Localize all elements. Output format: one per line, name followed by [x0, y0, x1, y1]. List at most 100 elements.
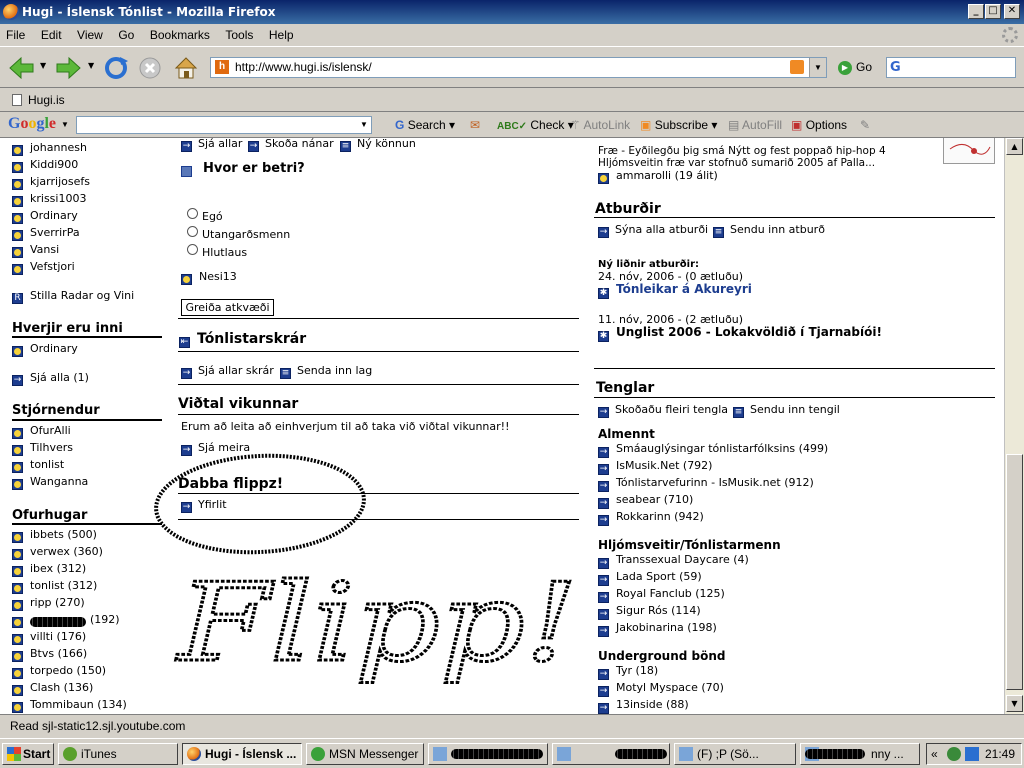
taskbar-chat-1[interactable]: [428, 743, 548, 765]
menu-go[interactable]: Go: [112, 24, 140, 42]
new-poll-link[interactable]: Ný könnun: [357, 138, 416, 150]
super-user-link[interactable]: Btvs (166): [30, 647, 87, 660]
minimize-button[interactable]: _: [968, 4, 984, 19]
back-dropdown-icon[interactable]: ▼: [40, 61, 46, 70]
general-link[interactable]: Rokkarinn (942): [616, 510, 704, 523]
user-link[interactable]: SverrirPa: [30, 226, 80, 239]
general-link[interactable]: seabear (710): [616, 493, 693, 506]
news-author-link[interactable]: ammarolli (19 álit): [616, 169, 718, 182]
super-user-link[interactable]: ibex (312): [30, 562, 86, 575]
general-link[interactable]: IsMusik.Net (792): [616, 459, 712, 472]
admin-link[interactable]: OfurAlli: [30, 424, 71, 437]
bookmark-hugi[interactable]: Hugi.is: [12, 93, 65, 107]
underground-link[interactable]: 13inside (88): [616, 698, 689, 711]
poll-author-link[interactable]: Nesi13: [199, 270, 237, 283]
radar-settings-link[interactable]: Stilla Radar og Vini: [30, 289, 134, 302]
user-link[interactable]: Ordinary: [30, 342, 78, 355]
band-link[interactable]: Lada Sport (59): [616, 570, 702, 583]
menu-edit[interactable]: Edit: [35, 24, 68, 42]
spellcheck-button[interactable]: ABC✓ Check ▾: [497, 118, 574, 132]
news-icon[interactable]: ✉: [470, 118, 480, 132]
google-menu-dropdown-icon[interactable]: ▼: [61, 120, 69, 129]
taskbar-chat-2[interactable]: [552, 743, 670, 765]
tray-expand-icon[interactable]: «: [931, 744, 938, 764]
super-user-link[interactable]: torpedo (150): [30, 664, 106, 677]
forward-arrow-icon[interactable]: [54, 55, 82, 81]
super-user-link[interactable]: tonlist (312): [30, 579, 97, 592]
menu-tools[interactable]: Tools: [219, 24, 259, 42]
go-button[interactable]: ▶ Go: [838, 60, 872, 75]
band-link[interactable]: Sigur Rós (114): [616, 604, 701, 617]
event-title-link[interactable]: Tónleikar á Akureyri: [616, 282, 752, 296]
admin-link[interactable]: tonlist: [30, 458, 64, 471]
back-arrow-icon[interactable]: [8, 55, 36, 81]
google-search-input[interactable]: [76, 116, 372, 134]
super-user-link[interactable]: Clash (136): [30, 681, 93, 694]
taskbar-msn[interactable]: MSN Messenger: [306, 743, 424, 765]
band-link[interactable]: Jakobinarina (198): [616, 621, 717, 634]
user-link[interactable]: krissi1003: [30, 192, 86, 205]
menu-view[interactable]: View: [71, 24, 109, 42]
autofill-button[interactable]: ▤ AutoFill: [728, 118, 782, 132]
band-link[interactable]: Transsexual Daycare (4): [616, 553, 749, 566]
pencil-icon[interactable]: ✎: [860, 118, 870, 132]
taskbar-chat-3[interactable]: (F) ;P (Sö...: [674, 743, 796, 765]
forward-dropdown-icon[interactable]: ▼: [88, 61, 94, 70]
admin-link[interactable]: Tilhvers: [30, 441, 73, 454]
address-bar[interactable]: h http://www.hugi.is/islensk/ ▼: [210, 57, 827, 78]
rss-feed-icon[interactable]: [790, 60, 804, 74]
scroll-up-icon[interactable]: ▲: [1006, 138, 1023, 155]
google-history-dropdown-icon[interactable]: ▼: [360, 120, 368, 129]
submit-link-link[interactable]: Sendu inn tengil: [750, 403, 840, 416]
stop-icon[interactable]: [136, 55, 164, 81]
address-dropdown-icon[interactable]: ▼: [809, 58, 826, 77]
general-link[interactable]: Tónlistarvefurinn - IsMusik.net (912): [616, 476, 814, 489]
poll-option-radio[interactable]: [187, 208, 198, 219]
user-link[interactable]: Vansi: [30, 243, 59, 256]
user-link[interactable]: Kiddi900: [30, 158, 78, 171]
more-links-link[interactable]: Skoðaðu fleiri tengla: [615, 403, 728, 416]
subscribe-button[interactable]: ▣ Subscribe ▾: [640, 118, 717, 132]
poll-option-radio[interactable]: [187, 244, 198, 255]
network-tray-icon[interactable]: [965, 747, 979, 761]
super-user-link[interactable]: verwex (360): [30, 545, 103, 558]
user-link[interactable]: Vefstjori: [30, 260, 75, 273]
all-events-link[interactable]: Sýna alla atburði: [615, 223, 708, 236]
taskbar-itunes[interactable]: iTunes: [58, 743, 178, 765]
underground-link[interactable]: Motyl Myspace (70): [616, 681, 724, 694]
super-user-link[interactable]: ripp (270): [30, 596, 85, 609]
event-title-link[interactable]: Unglist 2006 - Lokakvöldið í Tjarnabíói!: [616, 325, 882, 339]
autolink-button[interactable]: ⚚ AutoLink: [570, 118, 630, 132]
maximize-button[interactable]: □: [985, 4, 1001, 19]
general-link[interactable]: Smáauglýsingar tónlistarfólksins (499): [616, 442, 828, 455]
super-user-link[interactable]: Tommibaun (134): [30, 698, 127, 711]
band-link[interactable]: Royal Fanclub (125): [616, 587, 725, 600]
news-title[interactable]: Fræ - Eyðilegðu þig smá Nýtt og fest pop…: [598, 145, 886, 157]
taskbar-chat-4[interactable]: nny ...: [800, 743, 920, 765]
super-user-link[interactable]: ibbets (500): [30, 528, 97, 541]
super-user-link[interactable]: villti (176): [30, 630, 86, 643]
start-button[interactable]: Start: [2, 743, 54, 765]
user-link[interactable]: kjarrijosefs: [30, 175, 90, 188]
reload-icon[interactable]: [102, 55, 130, 81]
see-all-files-link[interactable]: Sjá allar skrár: [198, 364, 274, 377]
see-all-link[interactable]: Sjá alla (1): [30, 371, 89, 384]
see-all-polls-link[interactable]: Sjá allar: [198, 138, 242, 150]
super-user-link[interactable]: (192): [90, 613, 120, 626]
user-link[interactable]: johannesh: [30, 141, 87, 154]
search-box[interactable]: G: [886, 57, 1016, 78]
user-link[interactable]: Ordinary: [30, 209, 78, 222]
scroll-down-icon[interactable]: ▼: [1006, 695, 1023, 712]
news-thumbnail[interactable]: [943, 138, 995, 164]
menu-file[interactable]: File: [0, 24, 31, 42]
vertical-scrollbar[interactable]: ▲ ▼: [1004, 138, 1024, 714]
menu-help[interactable]: Help: [263, 24, 300, 42]
msn-tray-icon[interactable]: [947, 747, 961, 761]
vote-button[interactable]: Greiða atkvæði: [181, 299, 274, 316]
submit-song-link[interactable]: Senda inn lag: [297, 364, 372, 377]
scroll-thumb[interactable]: [1006, 454, 1023, 690]
view-more-link[interactable]: Skoða nánar: [265, 138, 334, 150]
taskbar-firefox[interactable]: Hugi - Íslensk ...: [182, 743, 302, 765]
menu-bookmarks[interactable]: Bookmarks: [144, 24, 216, 42]
google-search-button[interactable]: G Search ▾: [395, 118, 455, 132]
